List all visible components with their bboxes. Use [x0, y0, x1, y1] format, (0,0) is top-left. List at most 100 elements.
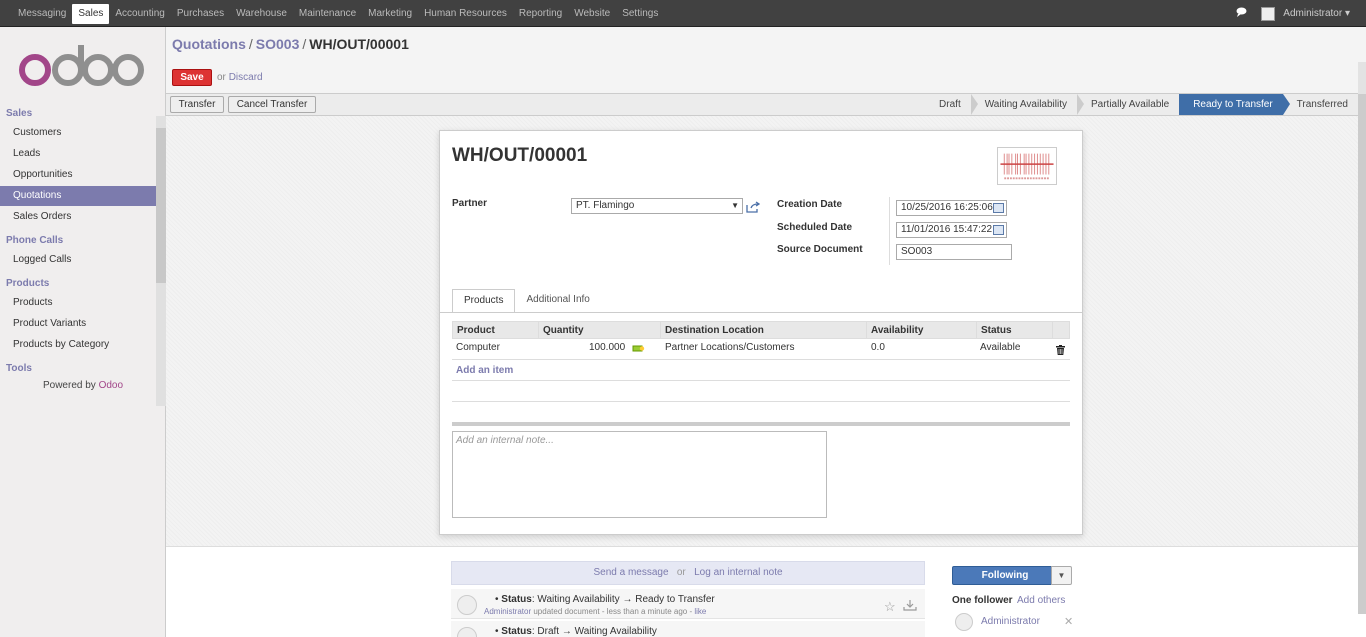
cancel-transfer-button[interactable]: Cancel Transfer: [228, 96, 316, 113]
creation-date-field[interactable]: 10/25/2016 16:25:06: [896, 200, 1007, 216]
follower-name[interactable]: Administrator: [981, 616, 1040, 627]
source-document-label: Source Document: [777, 244, 863, 255]
breadcrumb-so003[interactable]: SO003: [256, 36, 300, 52]
external-link-icon[interactable]: [746, 201, 760, 213]
menu-accounting[interactable]: Accounting: [109, 0, 170, 27]
partner-select[interactable]: PT. Flamingo ▼: [571, 198, 743, 214]
menu-human-resources[interactable]: Human Resources: [418, 0, 513, 27]
like-link[interactable]: like: [694, 607, 706, 616]
page-scrollbar[interactable]: [1358, 62, 1366, 614]
menu-purchases[interactable]: Purchases: [171, 0, 230, 27]
sidebar-item-quotations[interactable]: Quotations: [0, 186, 156, 206]
message-text: Waiting Availability → Ready to Transfer: [537, 594, 715, 605]
calendar-icon[interactable]: [993, 203, 1004, 213]
message-body: • Status: Draft → Waiting Availability: [495, 626, 657, 637]
cell-destination: Partner Locations/Customers: [665, 342, 795, 353]
stage-transferred[interactable]: Transferred: [1283, 94, 1358, 115]
status-bar: Transfer Cancel Transfer Draft Waiting A…: [166, 94, 1358, 116]
sidebar-item-opportunities[interactable]: Opportunities: [0, 165, 156, 185]
menu-warehouse[interactable]: Warehouse: [230, 0, 293, 27]
sidebar-item-customers[interactable]: Customers: [0, 123, 156, 143]
menu-maintenance[interactable]: Maintenance: [293, 0, 362, 27]
save-button[interactable]: Save: [172, 69, 212, 86]
message-field: Status: [501, 626, 532, 637]
user-area: Administrator ▾: [1236, 0, 1350, 27]
column-quantity[interactable]: Quantity: [539, 322, 661, 338]
sidebar-item-product-variants[interactable]: Product Variants: [0, 314, 156, 334]
stage-ready-to-transfer[interactable]: Ready to Transfer: [1179, 94, 1290, 115]
or-text: or: [676, 567, 686, 578]
user-avatar[interactable]: [1261, 6, 1276, 21]
discard-button[interactable]: Discard: [229, 72, 263, 83]
menu-messaging[interactable]: Messaging: [12, 0, 72, 27]
column-status[interactable]: Status: [977, 322, 1053, 338]
row-divider: [452, 359, 1070, 360]
breadcrumb-current: WH/OUT/00001: [309, 36, 409, 52]
trash-icon[interactable]: [1056, 345, 1065, 355]
stage-draft[interactable]: Draft: [925, 94, 978, 115]
stage-label: Transferred: [1296, 99, 1348, 110]
message-field: Status: [501, 594, 532, 605]
calendar-icon[interactable]: [993, 225, 1004, 235]
sidebar-item-leads[interactable]: Leads: [0, 144, 156, 164]
sidebar-item-products-by-category[interactable]: Products by Category: [0, 335, 156, 355]
menu-sales[interactable]: Sales: [72, 3, 110, 24]
forecast-icon[interactable]: [632, 344, 645, 353]
following-button[interactable]: Following: [952, 566, 1058, 585]
breadcrumb-quotations[interactable]: Quotations: [172, 36, 246, 52]
column-product[interactable]: Product: [453, 322, 539, 338]
form-sheet: WH/OUT/00001 Partner PT. Flamingo ▼ Creat…: [439, 130, 1083, 535]
chatter: Send a message or Log an internal note •…: [166, 546, 1358, 637]
scheduled-date-field[interactable]: 11/01/2016 15:47:22: [896, 222, 1007, 238]
dropdown-arrow-icon: ▼: [731, 201, 739, 210]
discard-group: or Discard: [217, 72, 263, 83]
table-footer: [452, 422, 1070, 426]
stage-partially-available[interactable]: Partially Available: [1077, 94, 1179, 115]
field-separator: [889, 197, 890, 265]
stage-pipeline: Draft Waiting Availability Partially Ava…: [925, 94, 1358, 115]
cell-product: Computer: [456, 342, 500, 353]
following-dropdown-button[interactable]: ▼: [1051, 566, 1072, 585]
download-icon[interactable]: [903, 599, 917, 611]
chat-icon[interactable]: [1236, 7, 1247, 20]
scrollbar-thumb[interactable]: [1358, 94, 1366, 614]
internal-note-field[interactable]: Add an internal note...: [452, 431, 827, 518]
menu-marketing[interactable]: Marketing: [362, 0, 418, 27]
add-item-link[interactable]: Add an item: [456, 365, 513, 376]
odoo-logo[interactable]: [18, 43, 144, 93]
sidebar-section-sales: Sales: [6, 108, 33, 119]
tab-products[interactable]: Products: [452, 289, 516, 313]
menu-website[interactable]: Website: [568, 0, 616, 27]
sidebar-item-logged-calls[interactable]: Logged Calls: [0, 250, 156, 270]
notebook-tabs: Products Additional Info: [452, 289, 601, 313]
breadcrumb: Quotations / SO003/WH/OUT/00001: [172, 36, 409, 52]
transfer-button[interactable]: Transfer: [170, 96, 224, 113]
stage-waiting-availability[interactable]: Waiting Availability: [971, 94, 1084, 115]
cell-quantity: 100.000: [589, 342, 626, 353]
send-message-link[interactable]: Send a message: [593, 567, 668, 578]
table-header: Product Quantity Destination Location Av…: [452, 321, 1070, 339]
source-document-field[interactable]: SO003: [896, 244, 1012, 260]
remove-follower-icon[interactable]: ✕: [1064, 615, 1073, 628]
odoo-link[interactable]: Odoo: [99, 380, 123, 391]
add-others-link[interactable]: Add others: [1017, 595, 1065, 606]
column-availability[interactable]: Availability: [867, 322, 977, 338]
breadcrumb-separator: /: [302, 36, 307, 52]
scheduled-date-value: 11/01/2016 15:47:22: [901, 224, 993, 235]
user-menu[interactable]: Administrator ▾: [1283, 8, 1350, 19]
chevron-right-icon: [1282, 94, 1290, 115]
tab-additional-info[interactable]: Additional Info: [515, 289, 600, 313]
caret-down-icon: ▾: [1344, 8, 1350, 19]
menu-settings[interactable]: Settings: [616, 0, 664, 27]
scrollbar-thumb[interactable]: [156, 128, 166, 283]
message-meta-text: updated document - less than a minute ag…: [533, 607, 693, 616]
message-author[interactable]: Administrator: [484, 607, 531, 616]
sidebar-item-sales-orders[interactable]: Sales Orders: [0, 207, 156, 227]
column-destination-location[interactable]: Destination Location: [661, 322, 867, 338]
sidebar-scrollbar[interactable]: [156, 116, 166, 406]
log-note-link[interactable]: Log an internal note: [694, 567, 782, 578]
message-text: Draft → Waiting Availability: [537, 626, 657, 637]
menu-reporting[interactable]: Reporting: [513, 0, 568, 27]
sidebar-item-products[interactable]: Products: [0, 293, 156, 313]
star-icon[interactable]: ☆: [884, 599, 896, 615]
